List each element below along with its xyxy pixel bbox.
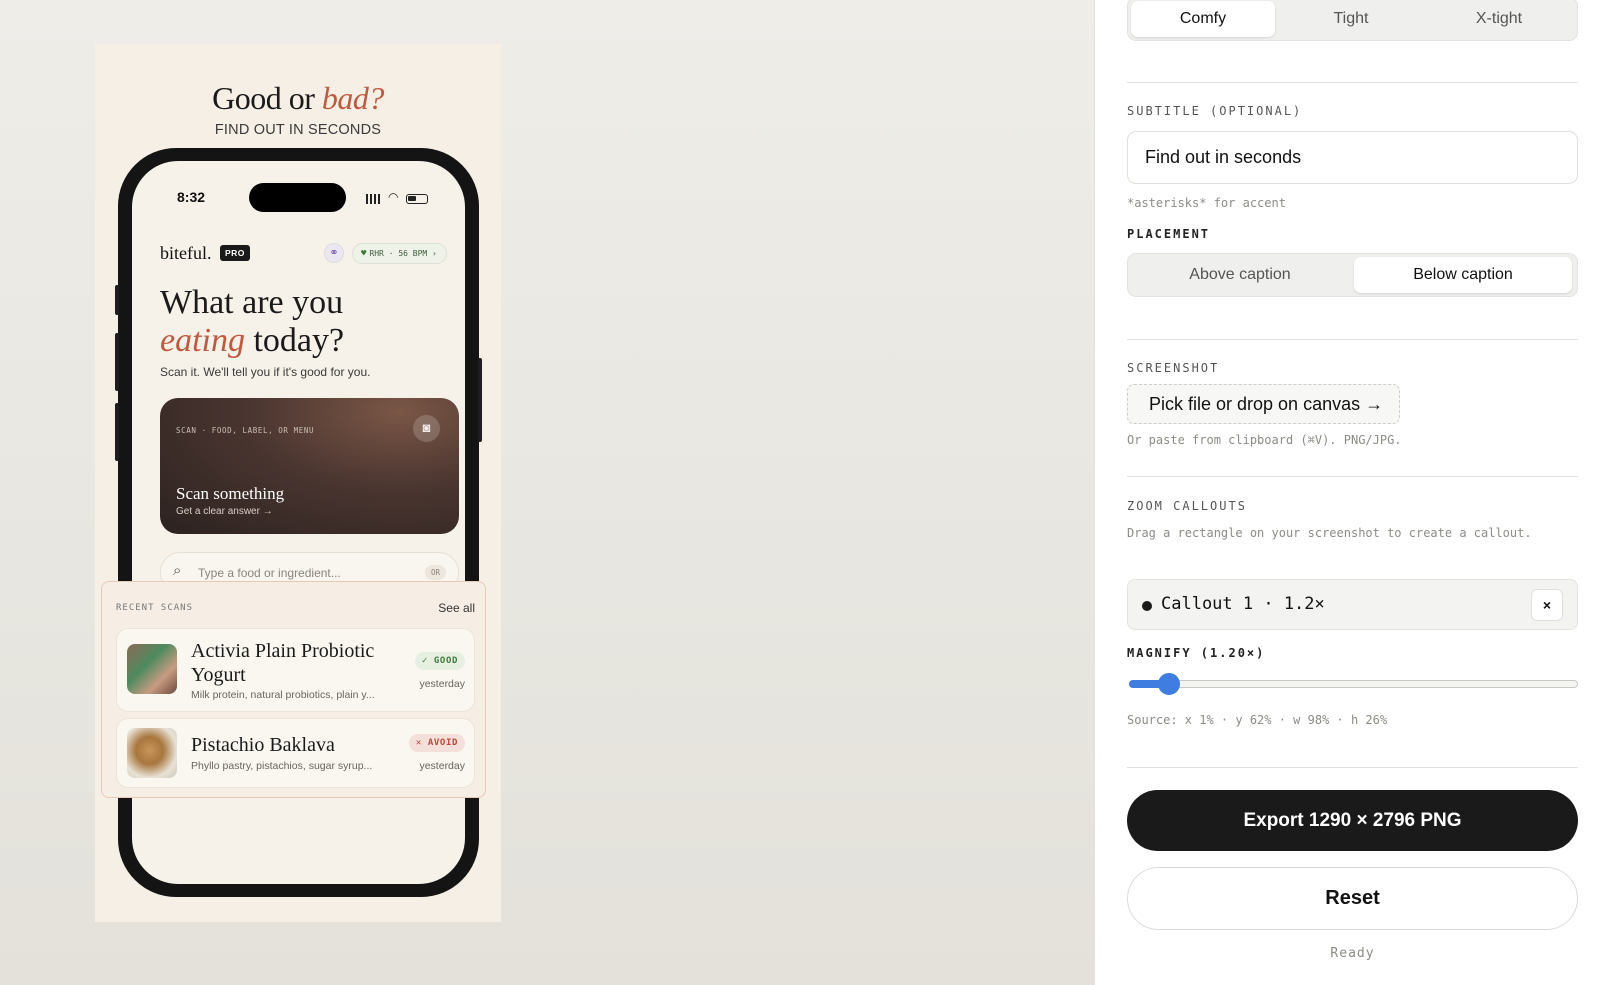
placement-below-caption[interactable]: Below caption [1354, 257, 1572, 293]
food-thumbnail [127, 728, 177, 778]
reset-button[interactable]: Reset [1127, 867, 1578, 930]
status-time: 8:32 [177, 189, 206, 205]
scan-item-name: Pistachio Baklava [191, 734, 335, 756]
magnify-slider[interactable] [1129, 673, 1578, 695]
scan-item-time: yesterday [419, 760, 465, 772]
or-badge: OR [424, 565, 446, 580]
phone-volume-down [115, 403, 119, 461]
link-icon[interactable]: ⚭ [324, 243, 344, 263]
scan-item-desc: Phyllo pastry, pistachios, sugar syrup..… [191, 760, 373, 772]
dynamic-island [249, 183, 346, 212]
list-item[interactable]: Pistachio Baklava Phyllo pastry, pistach… [116, 718, 475, 788]
export-button[interactable]: Export 1290 × 2796 PNG [1127, 790, 1578, 851]
preview-canvas[interactable]: Good or bad? FIND OUT IN SECONDS 8:32 ◠ … [0, 0, 1094, 985]
poster-title-accent: bad? [321, 80, 385, 116]
scan-item-name: Activia Plain Probiotic Yogurt [191, 640, 375, 686]
zoom-callout-recent-scans[interactable]: RECENT SCANS See all Activia Plain Probi… [101, 581, 486, 798]
placement-toggle: Above caption Below caption [1127, 253, 1578, 297]
subtitle-hint: *asterisks* for accent [1127, 196, 1286, 210]
subtitle-input[interactable] [1127, 131, 1578, 184]
scan-item-time: yesterday [419, 678, 465, 690]
remove-callout-button[interactable]: × [1531, 589, 1563, 621]
phone-action-button [115, 285, 119, 315]
callout-dot-icon [1142, 601, 1152, 611]
divider [1127, 476, 1578, 477]
pick-file-button[interactable]: Pick file or drop on canvas → [1127, 384, 1400, 424]
search-icon: ⌕ [173, 562, 182, 579]
app-brand: biteful. [160, 243, 212, 263]
search-placeholder: Type a food or ingredient... [198, 566, 341, 580]
scan-card-title: Scan something [176, 484, 285, 503]
signal-icon [366, 194, 380, 204]
density-tight[interactable]: Tight [1279, 1, 1423, 37]
battery-icon [406, 194, 428, 204]
scan-card-label: SCAN · FOOD, LABEL, OR MENU [176, 426, 315, 435]
phone-side-button [478, 358, 482, 442]
status-icons: ◠ [366, 190, 432, 206]
callout-label: Callout 1 · 1.2× [1161, 594, 1325, 614]
scan-item-desc: Milk protein, natural probiotics, plain … [191, 689, 375, 701]
placement-above-caption[interactable]: Above caption [1131, 257, 1349, 293]
magnify-label: MAGNIFY (1.20×) [1127, 646, 1266, 660]
food-thumbnail [127, 644, 177, 694]
verdict-badge: ✕ AVOID [408, 734, 465, 752]
density-comfy[interactable]: Comfy [1131, 1, 1275, 37]
camera-icon[interactable]: ◙ [413, 415, 440, 442]
see-all-link[interactable]: See all [438, 601, 475, 615]
divider [1127, 82, 1578, 83]
app-headline: What are you eating today? [160, 284, 344, 360]
scan-card[interactable]: SCAN · FOOD, LABEL, OR MENU ◙ Scan somet… [160, 398, 459, 534]
wifi-icon: ◠ [388, 190, 399, 204]
verdict-badge: ✓ GOOD [414, 652, 465, 670]
headline-line-1: What are you [160, 284, 344, 321]
rhr-chip-label: RHR · 56 BPM › [369, 249, 437, 258]
poster-subtitle: FIND OUT IN SECONDS [214, 122, 382, 138]
callout-item[interactable]: Callout 1 · 1.2× × [1127, 579, 1578, 630]
source-text: Source: x 1% · y 62% · w 98% · h 26% [1127, 713, 1388, 727]
slider-track [1129, 680, 1578, 688]
list-item[interactable]: Activia Plain Probiotic Yogurt Milk prot… [116, 628, 475, 712]
slider-handle[interactable] [1158, 673, 1181, 695]
divider [1127, 339, 1578, 340]
heart-icon: ♥ [361, 249, 367, 259]
status-text: Ready [1330, 946, 1375, 961]
placement-label: PLACEMENT [1127, 227, 1211, 241]
settings-panel: Comfy Tight X-tight SUBTITLE (OPTIONAL) … [1094, 0, 1600, 985]
zoom-hint: Drag a rectangle on your screenshot to c… [1127, 526, 1532, 540]
density-toggle: Comfy Tight X-tight [1127, 0, 1578, 41]
subtitle-label: SUBTITLE (OPTIONAL) [1127, 104, 1303, 118]
screenshot-label: SCREENSHOT [1127, 361, 1220, 375]
zoom-callouts-label: ZOOM CALLOUTS [1127, 499, 1247, 513]
app-tagline: Scan it. We'll tell you if it's good for… [160, 365, 371, 379]
density-x-tight[interactable]: X-tight [1427, 1, 1571, 37]
screenshot-hint: Or paste from clipboard (⌘V). PNG/JPG. [1127, 433, 1402, 447]
phone-volume-up [115, 333, 119, 391]
recent-scans-label: RECENT SCANS [116, 603, 194, 613]
scan-card-subtitle: Get a clear answer → [176, 506, 273, 517]
headline-rest: today? [244, 322, 345, 359]
headline-accent: eating [160, 322, 245, 359]
rhr-chip[interactable]: ♥ RHR · 56 BPM › [352, 243, 447, 264]
pro-badge: PRO [220, 245, 250, 261]
poster-title: Good or bad? [212, 80, 385, 116]
divider [1127, 767, 1578, 768]
